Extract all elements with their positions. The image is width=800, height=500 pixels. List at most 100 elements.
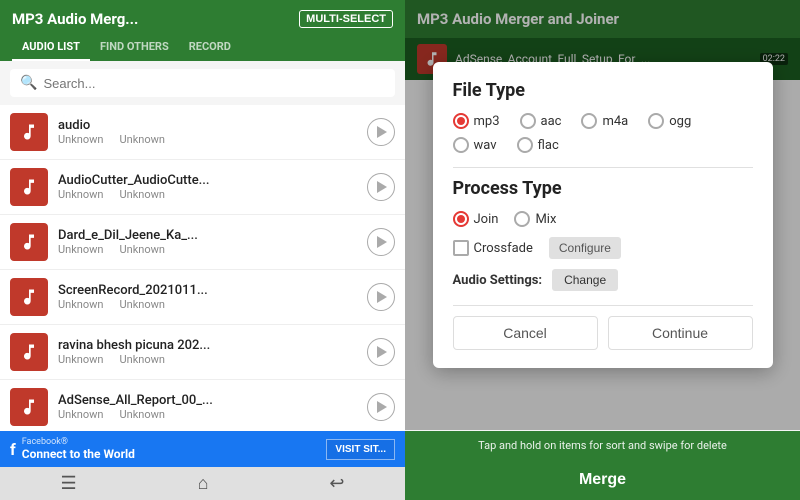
- audio-meta: Unknown Unknown: [58, 188, 357, 201]
- menu-icon[interactable]: ☰: [60, 473, 76, 494]
- audio-icon: [10, 223, 48, 261]
- radio-circle-join: [453, 211, 469, 227]
- back-icon[interactable]: ↩: [329, 473, 344, 494]
- audio-name: Dard_e_Dil_Jeene_Ka_...: [58, 228, 357, 243]
- audio-name: AdSense_All_Report_00_...: [58, 393, 357, 408]
- fb-text: Facebook® Connect to the World: [22, 437, 135, 461]
- left-app-title: MP3 Audio Merg...: [12, 10, 138, 28]
- audio-name: audio: [58, 118, 357, 133]
- search-icon: 🔍: [20, 75, 37, 91]
- radio-item-ogg[interactable]: ogg: [648, 113, 691, 129]
- audio-info: ravina bhesh picuna 202... Unknown Unkno…: [58, 338, 357, 366]
- play-button[interactable]: [367, 173, 395, 201]
- audio-meta: Unknown Unknown: [58, 243, 357, 256]
- radio-circle-mix: [514, 211, 530, 227]
- cancel-button[interactable]: Cancel: [453, 316, 598, 350]
- radio-label-aac: aac: [541, 114, 562, 129]
- configure-button[interactable]: Configure: [549, 237, 621, 259]
- audio-info: AudioCutter_AudioCutte... Unknown Unknow…: [58, 173, 357, 201]
- crossfade-checkbox[interactable]: [453, 240, 469, 256]
- merge-button[interactable]: Merge: [405, 460, 800, 500]
- audio-list: audio Unknown Unknown AudioCutter_AudioC…: [0, 105, 405, 431]
- tab-record[interactable]: RECORD: [179, 34, 241, 61]
- search-bar: 🔍: [10, 69, 395, 97]
- left-panel: MP3 Audio Merg... MULTI-SELECT AUDIO LIS…: [0, 0, 405, 500]
- merge-bar: Merge: [405, 460, 800, 500]
- radio-label-join: Join: [474, 212, 499, 227]
- play-button[interactable]: [367, 393, 395, 421]
- audio-name: ScreenRecord_2021011...: [58, 283, 357, 298]
- radio-label-flac: flac: [538, 138, 559, 153]
- tab-find-others[interactable]: FIND OTHERS: [90, 34, 179, 61]
- fb-visit-button[interactable]: VISIT SIT...: [326, 439, 395, 460]
- crossfade-row: Crossfade Configure: [453, 237, 753, 259]
- facebook-banner: f Facebook® Connect to the World VISIT S…: [0, 431, 405, 467]
- audio-info: ScreenRecord_2021011... Unknown Unknown: [58, 283, 357, 311]
- left-header-top: MP3 Audio Merg... MULTI-SELECT: [12, 10, 393, 28]
- left-header: MP3 Audio Merg... MULTI-SELECT AUDIO LIS…: [0, 0, 405, 61]
- radio-circle-m4a: [581, 113, 597, 129]
- radio-circle-flac: [517, 137, 533, 153]
- audio-meta: Unknown Unknown: [58, 298, 357, 311]
- fb-left: f Facebook® Connect to the World: [10, 437, 135, 461]
- radio-item-flac[interactable]: flac: [517, 137, 559, 153]
- right-panel: MP3 Audio Merger and Joiner AdSense_Acco…: [405, 0, 800, 500]
- list-item[interactable]: ScreenRecord_2021011... Unknown Unknown: [0, 270, 405, 325]
- play-button[interactable]: [367, 338, 395, 366]
- continue-button[interactable]: Continue: [608, 316, 753, 350]
- radio-circle-wav: [453, 137, 469, 153]
- file-type-dialog: File Type mp3 aac m4a: [433, 62, 773, 368]
- audio-name: ravina bhesh picuna 202...: [58, 338, 357, 353]
- file-type-title: File Type: [453, 80, 753, 101]
- tab-audio-list[interactable]: AUDIO LIST: [12, 34, 90, 61]
- radio-label-m4a: m4a: [602, 114, 628, 129]
- list-item[interactable]: AdSense_All_Report_00_... Unknown Unknow…: [0, 380, 405, 431]
- play-button[interactable]: [367, 228, 395, 256]
- radio-item-join[interactable]: Join: [453, 211, 499, 227]
- list-item[interactable]: audio Unknown Unknown: [0, 105, 405, 160]
- audio-settings-label: Audio Settings:: [453, 273, 543, 288]
- play-button[interactable]: [367, 118, 395, 146]
- audio-icon: [10, 168, 48, 206]
- divider: [453, 167, 753, 168]
- list-item[interactable]: ravina bhesh picuna 202... Unknown Unkno…: [0, 325, 405, 380]
- radio-item-aac[interactable]: aac: [520, 113, 562, 129]
- radio-circle-aac: [520, 113, 536, 129]
- radio-label-wav: wav: [474, 138, 497, 153]
- radio-item-mp3[interactable]: mp3: [453, 113, 500, 129]
- dialog-overlay: File Type mp3 aac m4a: [405, 0, 800, 430]
- process-type-row: Join Mix: [453, 211, 753, 227]
- audio-settings-row: Audio Settings: Change: [453, 269, 753, 291]
- fb-top-text: Facebook®: [22, 437, 135, 447]
- hint-text: Tap and hold on items for sort and swipe…: [405, 431, 800, 460]
- radio-item-wav[interactable]: wav: [453, 137, 497, 153]
- search-input[interactable]: [43, 76, 385, 91]
- audio-icon: [10, 278, 48, 316]
- facebook-icon: f: [10, 440, 16, 459]
- crossfade-checkbox-item[interactable]: Crossfade: [453, 240, 533, 256]
- audio-icon: [10, 333, 48, 371]
- tabs-bar: AUDIO LIST FIND OTHERS RECORD: [12, 34, 393, 61]
- audio-icon: [10, 388, 48, 426]
- play-button[interactable]: [367, 283, 395, 311]
- audio-name: AudioCutter_AudioCutte...: [58, 173, 357, 188]
- radio-item-m4a[interactable]: m4a: [581, 113, 628, 129]
- audio-meta: Unknown Unknown: [58, 133, 357, 146]
- radio-label-mp3: mp3: [474, 114, 500, 129]
- fb-bottom-text: Connect to the World: [22, 447, 135, 461]
- audio-meta: Unknown Unknown: [58, 408, 357, 421]
- dialog-actions: Cancel Continue: [453, 305, 753, 350]
- multi-select-button[interactable]: MULTI-SELECT: [299, 10, 393, 28]
- change-button[interactable]: Change: [552, 269, 618, 291]
- list-item[interactable]: Dard_e_Dil_Jeene_Ka_... Unknown Unknown: [0, 215, 405, 270]
- audio-meta: Unknown Unknown: [58, 353, 357, 366]
- crossfade-label: Crossfade: [474, 241, 533, 256]
- radio-label-ogg: ogg: [669, 114, 691, 129]
- home-icon[interactable]: ⌂: [198, 473, 209, 494]
- radio-item-mix[interactable]: Mix: [514, 211, 556, 227]
- audio-info: AdSense_All_Report_00_... Unknown Unknow…: [58, 393, 357, 421]
- left-nav-bar: ☰ ⌂ ↩: [0, 467, 405, 500]
- audio-info: audio Unknown Unknown: [58, 118, 357, 146]
- radio-label-mix: Mix: [535, 212, 556, 227]
- list-item[interactable]: AudioCutter_AudioCutte... Unknown Unknow…: [0, 160, 405, 215]
